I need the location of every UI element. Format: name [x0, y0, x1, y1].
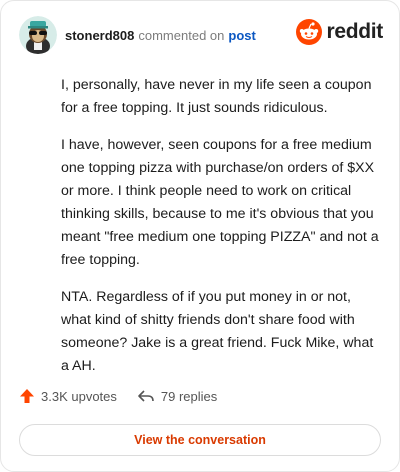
reddit-logo-icon — [296, 19, 323, 45]
post-link[interactable]: post — [228, 28, 255, 43]
avatar-image — [19, 16, 57, 54]
view-conversation-label: View the conversation — [134, 433, 266, 447]
reddit-brand[interactable]: reddit — [296, 19, 383, 45]
comment-stats: 3.3K upvotes 79 replies — [19, 388, 217, 404]
upvotes-stat[interactable]: 3.3K upvotes — [19, 388, 117, 404]
username-link[interactable]: stonerd808 — [65, 28, 134, 43]
comment-paragraph: I, personally, have never in my life see… — [61, 77, 372, 116]
reddit-wordmark: reddit — [326, 20, 383, 43]
comment-meta: stonerd808 commented on post — [65, 28, 256, 43]
view-conversation-button[interactable]: View the conversation — [19, 424, 381, 456]
upvotes-count: 3.3K upvotes — [41, 388, 117, 404]
comment-body: I, personally, have never in my life see… — [61, 74, 379, 392]
comment-paragraph: NTA. Regardless of if you put money in o… — [61, 289, 374, 374]
comment-paragraph: I have, however, seen coupons for a free… — [61, 137, 379, 268]
user-avatar[interactable] — [19, 16, 57, 54]
reply-arrow-icon — [138, 390, 154, 402]
upvote-arrow-icon — [20, 389, 34, 403]
commented-on-text: commented on — [138, 27, 225, 43]
comment-card: stonerd808 commented on post reddit I, p… — [0, 0, 400, 472]
replies-count: 79 replies — [160, 388, 218, 404]
replies-stat[interactable]: 79 replies — [137, 388, 217, 404]
comment-header: stonerd808 commented on post reddit — [19, 15, 383, 55]
